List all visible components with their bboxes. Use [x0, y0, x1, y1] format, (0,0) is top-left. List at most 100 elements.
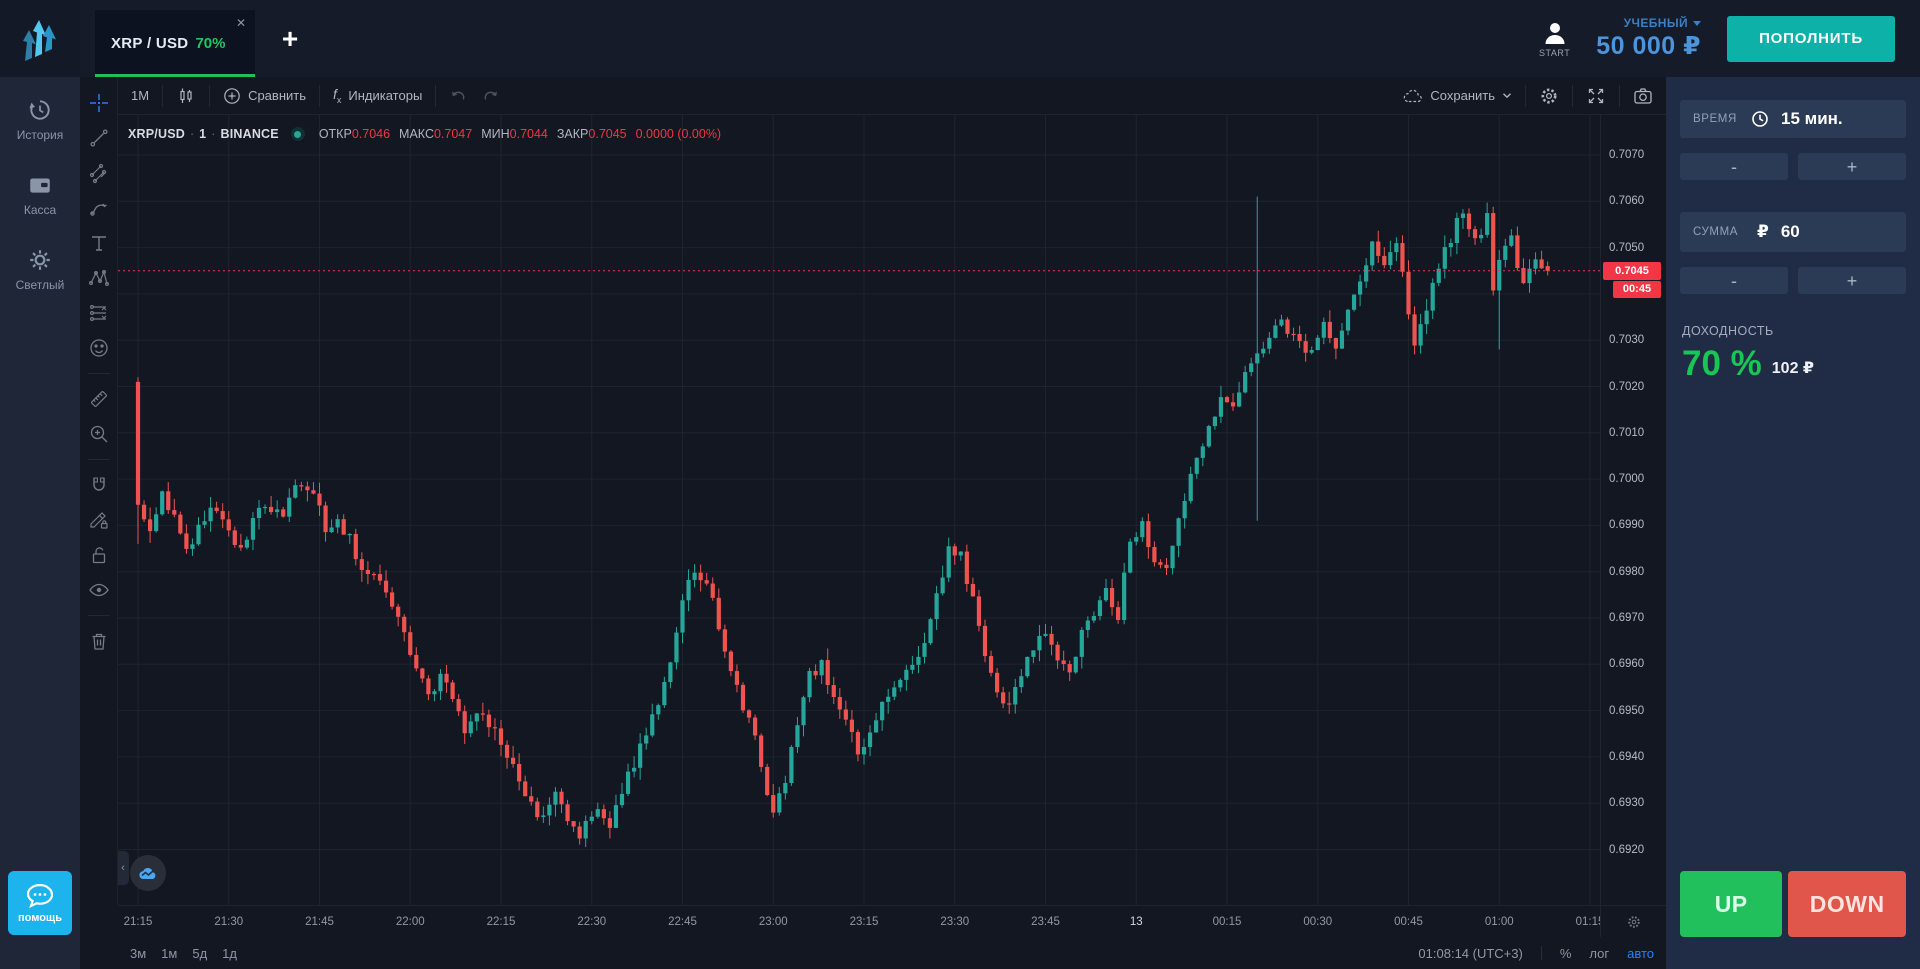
- time-axis-label: 23:45: [1031, 916, 1060, 928]
- amount-field-label: СУММА: [1693, 226, 1751, 238]
- remove-all-tool[interactable]: [85, 627, 113, 655]
- account-cluster: START УЧЕБНЫЙ 50 000 ₽ ПОПОЛНИТЬ: [1539, 0, 1895, 77]
- measure-tool[interactable]: [85, 385, 113, 413]
- price-axis-label: 0.7020: [1609, 381, 1644, 393]
- range-5d-button[interactable]: 5д: [192, 946, 207, 961]
- time-axis[interactable]: 21:1521:3021:4522:0022:1522:3022:4523:00…: [118, 905, 1600, 937]
- magnet-tool[interactable]: [85, 471, 113, 499]
- time-axis-label: 00:45: [1394, 916, 1423, 928]
- zoom-in-tool[interactable]: [85, 420, 113, 448]
- chart-toolbar: 1M Сравнить fx Инди: [118, 77, 1666, 115]
- chart-style-button[interactable]: [163, 84, 209, 108]
- payout-label: ДОХОДНОСТЬ: [1682, 324, 1906, 338]
- up-button[interactable]: UP: [1680, 871, 1782, 937]
- avatar-label: START: [1539, 48, 1570, 58]
- sidebar-item-history[interactable]: История: [17, 97, 64, 142]
- clock-utc-label[interactable]: 01:08:14 (UTC+3): [1418, 946, 1522, 961]
- payout-percent: 70 %: [1682, 346, 1762, 381]
- lock-all-tool[interactable]: [85, 541, 113, 569]
- legend-high-label: МАКС: [399, 127, 434, 141]
- text-tool[interactable]: [85, 229, 113, 257]
- sidebar-item-label: Светлый: [16, 278, 65, 292]
- crosshair-tool[interactable]: [85, 89, 113, 117]
- ruble-icon: ₽: [1757, 222, 1769, 242]
- time-axis-label: 21:45: [305, 916, 334, 928]
- percent-scale-button[interactable]: %: [1560, 946, 1572, 961]
- account-type-dropdown[interactable]: УЧЕБНЫЙ: [1624, 16, 1701, 30]
- log-scale-button[interactable]: лог: [1589, 946, 1609, 961]
- legend-close-label: ЗАКР: [557, 127, 589, 141]
- emoji-icon: [88, 337, 110, 359]
- redo-button[interactable]: [480, 84, 513, 108]
- legend-close-value: 0.7045: [588, 127, 626, 141]
- trend-line-tool[interactable]: [85, 124, 113, 152]
- chevron-down-icon: [1693, 21, 1701, 26]
- gear-icon: [1539, 86, 1559, 106]
- range-3m-button[interactable]: 3м: [130, 946, 146, 961]
- text-icon: [88, 232, 110, 254]
- legend-separator: ·: [190, 127, 194, 141]
- sidebar-item-cashier[interactable]: Касса: [24, 172, 56, 217]
- chart-pane[interactable]: XRP/USD · 1 · BINANCE ОТКР0.7046 МАКС0.7…: [118, 115, 1600, 905]
- fullscreen-button[interactable]: [1573, 84, 1619, 108]
- time-field[interactable]: ВРЕМЯ 15 мин.: [1680, 100, 1906, 138]
- compare-label: Сравнить: [248, 88, 306, 103]
- time-minus-button[interactable]: -: [1680, 153, 1788, 180]
- auto-scale-button[interactable]: авто: [1627, 946, 1654, 961]
- magnet-icon: [88, 474, 110, 496]
- amount-field[interactable]: СУММА ₽ 60: [1680, 212, 1906, 252]
- chart-settings-button[interactable]: [1526, 84, 1572, 108]
- compare-button[interactable]: Сравнить: [210, 84, 319, 108]
- fx-icon: fx: [333, 86, 341, 105]
- chat-bubble-icon: [24, 882, 56, 910]
- chart-legend[interactable]: XRP/USD · 1 · BINANCE ОТКР0.7046 МАКС0.7…: [128, 127, 721, 141]
- candlestick-chart[interactable]: [118, 115, 1600, 905]
- hide-all-tool[interactable]: [85, 576, 113, 604]
- brush-tool[interactable]: [85, 194, 113, 222]
- chevron-down-icon: [1502, 92, 1512, 99]
- trend-line-icon: [88, 127, 110, 149]
- price-axis[interactable]: 0.7045 00:45 0.70700.70600.70500.70300.7…: [1600, 115, 1666, 905]
- chart-region: 1M Сравнить fx Инди: [80, 77, 1666, 969]
- forecast-tool[interactable]: [85, 299, 113, 327]
- add-tab-button[interactable]: +: [267, 0, 313, 77]
- help-button[interactable]: помощь: [8, 871, 72, 935]
- indicators-button[interactable]: fx Индикаторы: [320, 84, 435, 108]
- amount-plus-button[interactable]: +: [1798, 267, 1906, 294]
- toolbar-divider: [88, 459, 110, 460]
- drawing-mode-tool[interactable]: [85, 506, 113, 534]
- time-field-label: ВРЕМЯ: [1693, 113, 1751, 125]
- asset-tab[interactable]: XRP / USD 70% ✕: [95, 10, 255, 77]
- fib-lines-icon: [88, 162, 110, 184]
- deposit-button[interactable]: ПОПОЛНИТЬ: [1727, 16, 1895, 62]
- price-axis-label: 0.6930: [1609, 797, 1644, 809]
- axis-settings-corner[interactable]: [1600, 905, 1666, 937]
- undo-button[interactable]: [436, 84, 480, 108]
- brush-icon: [88, 197, 110, 219]
- time-axis-label: 22:45: [668, 916, 697, 928]
- pattern-tool[interactable]: [85, 264, 113, 292]
- brand-logo[interactable]: [0, 0, 80, 77]
- undo-icon: [449, 87, 467, 105]
- tab-close-icon[interactable]: ✕: [236, 17, 246, 29]
- interval-button[interactable]: 1M: [118, 84, 162, 108]
- down-button[interactable]: DOWN: [1788, 871, 1906, 937]
- balance-block[interactable]: УЧЕБНЫЙ 50 000 ₽: [1596, 16, 1701, 61]
- fib-tool[interactable]: [85, 159, 113, 187]
- fullscreen-icon: [1586, 86, 1606, 106]
- ruler-icon: [88, 388, 110, 410]
- collapse-panel-handle[interactable]: ‹: [118, 851, 129, 885]
- amount-minus-button[interactable]: -: [1680, 267, 1788, 294]
- save-layout-button[interactable]: Сохранить: [1388, 84, 1525, 108]
- sidebar-item-theme[interactable]: Светлый: [16, 247, 65, 292]
- market-overview-button[interactable]: [130, 855, 166, 891]
- profile-button[interactable]: START: [1539, 20, 1570, 58]
- screenshot-button[interactable]: [1620, 84, 1666, 108]
- time-field-value: 15 мин.: [1781, 109, 1843, 129]
- range-1d-button[interactable]: 1д: [222, 946, 237, 961]
- time-plus-button[interactable]: +: [1798, 153, 1906, 180]
- legend-low-label: МИН: [481, 127, 509, 141]
- emoji-tool[interactable]: [85, 334, 113, 362]
- time-axis-label: 00:15: [1213, 916, 1242, 928]
- range-1m-button[interactable]: 1м: [161, 946, 177, 961]
